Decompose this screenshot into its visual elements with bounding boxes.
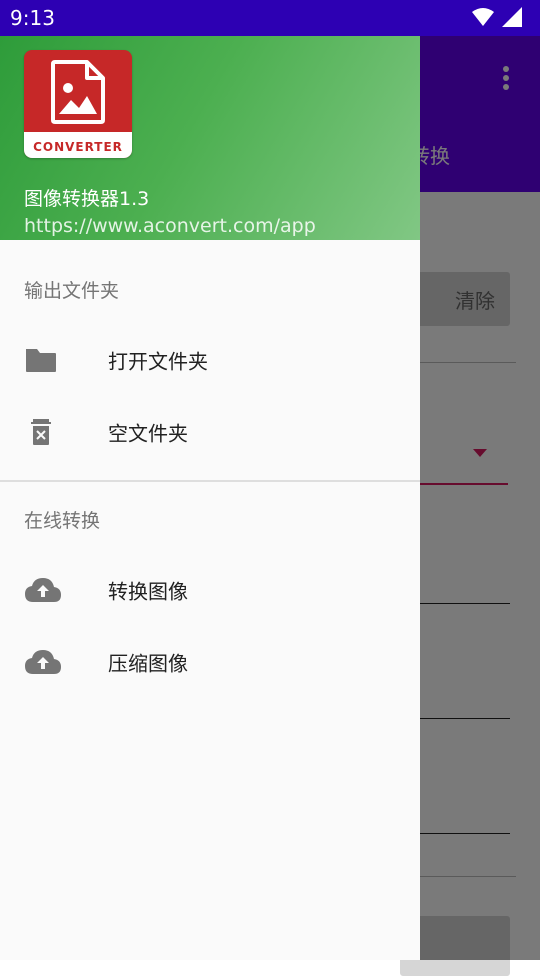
app-title: 图像转换器1.3 [24, 188, 150, 210]
status-icons [472, 7, 522, 27]
status-time: 9:13 [10, 6, 55, 30]
section-divider [0, 480, 420, 482]
app-url: https://www.aconvert.com/app [24, 215, 316, 237]
image-document-icon [51, 60, 105, 124]
section-label-output-folder: 输出文件夹 [24, 280, 120, 302]
status-bar: 9:13 [0, 0, 540, 36]
navigation-drawer: CONVERTER 图像转换器1.3 https://www.aconvert.… [0, 36, 420, 960]
cloud-upload-icon [25, 650, 61, 674]
menu-item-label: 空文件夹 [108, 421, 188, 446]
trash-icon [31, 419, 51, 445]
drawer-header: CONVERTER 图像转换器1.3 https://www.aconvert.… [0, 36, 420, 240]
wifi-icon [472, 8, 494, 26]
cloud-upload-icon [25, 578, 61, 602]
app-logo: CONVERTER [24, 50, 132, 158]
section-label-online-convert: 在线转换 [24, 510, 101, 532]
menu-item-open-folder[interactable]: 打开文件夹 [0, 324, 420, 396]
menu-item-label: 转换图像 [108, 579, 188, 604]
menu-item-compress-image[interactable]: 压缩图像 [0, 626, 420, 698]
signal-icon [502, 7, 522, 27]
menu-item-empty-folder[interactable]: 空文件夹 [0, 396, 420, 468]
menu-item-label: 压缩图像 [108, 651, 188, 676]
menu-item-convert-image[interactable]: 转换图像 [0, 554, 420, 626]
menu-item-label: 打开文件夹 [108, 349, 208, 374]
folder-icon [26, 349, 56, 372]
logo-text: CONVERTER [33, 140, 123, 154]
